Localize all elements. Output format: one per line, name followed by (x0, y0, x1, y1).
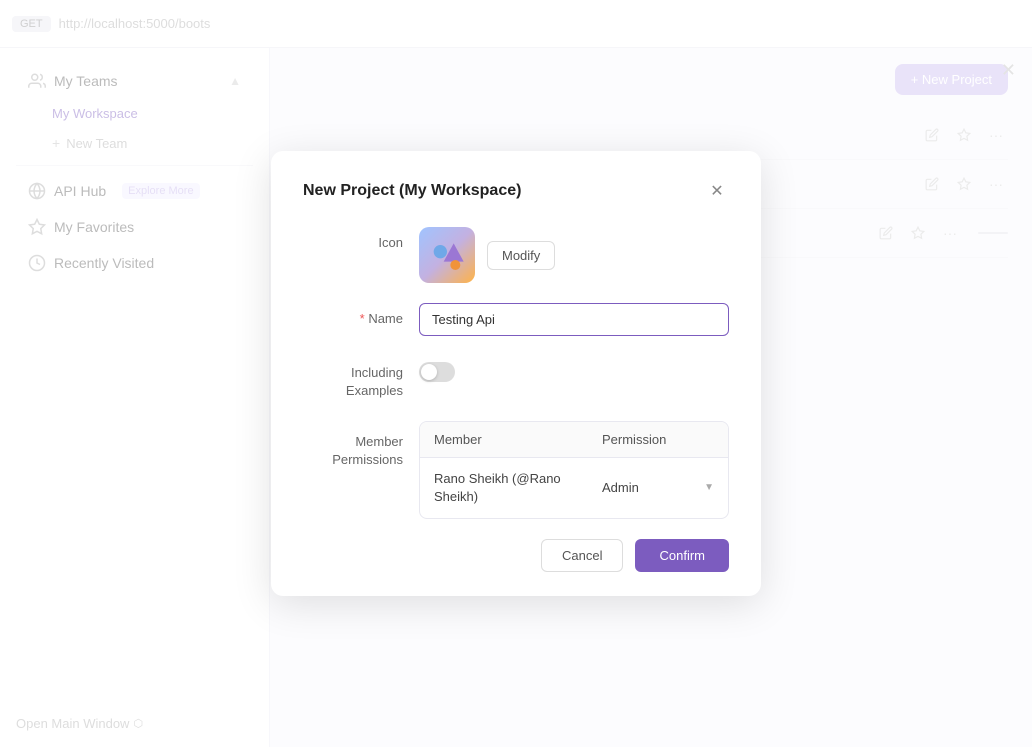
toggle-thumb (421, 364, 437, 380)
including-examples-label: IncludingExamples (303, 356, 403, 400)
toggle-wrapper (419, 356, 729, 382)
modal-title: New Project (My Workspace) (303, 182, 521, 200)
modal-backdrop: New Project (My Workspace) ✕ Icon Modify (0, 0, 1032, 747)
icon-label: Icon (303, 227, 403, 250)
chevron-down-icon: ▼ (704, 482, 714, 493)
icon-area: Modify (419, 227, 729, 283)
confirm-button[interactable]: Confirm (635, 539, 729, 572)
required-star: * (360, 311, 365, 326)
new-project-modal: New Project (My Workspace) ✕ Icon Modify (271, 151, 761, 596)
name-field-wrapper (419, 303, 729, 336)
table-header: Member Permission (420, 422, 728, 458)
name-input[interactable] (419, 303, 729, 336)
permission-cell[interactable]: Admin ▼ (588, 468, 728, 507)
including-examples-row: IncludingExamples (303, 356, 729, 400)
name-label: * Name (303, 303, 403, 326)
cancel-button[interactable]: Cancel (541, 539, 623, 572)
modify-icon-button[interactable]: Modify (487, 241, 555, 270)
member-permissions-row: MemberPermissions Member Permission Rano… (303, 421, 729, 519)
modal-close-button[interactable]: ✕ (705, 179, 729, 203)
icon-row: Icon Modify (303, 227, 729, 283)
modal-header: New Project (My Workspace) ✕ (303, 179, 729, 203)
name-row: * Name (303, 303, 729, 336)
permission-row: Rano Sheikh (@Rano Sheikh) Admin ▼ (420, 458, 728, 518)
col-permission: Permission (588, 422, 728, 457)
member-permissions-label: MemberPermissions (303, 421, 403, 469)
permissions-table: Member Permission Rano Sheikh (@Rano She… (419, 421, 729, 519)
col-member: Member (420, 422, 588, 457)
member-name-cell: Rano Sheikh (@Rano Sheikh) (420, 458, 588, 518)
modal-footer: Cancel Confirm (303, 539, 729, 572)
project-icon (419, 227, 475, 283)
permissions-table-wrapper: Member Permission Rano Sheikh (@Rano She… (419, 421, 729, 519)
permission-value: Admin (602, 480, 639, 495)
including-examples-toggle[interactable] (419, 362, 455, 382)
